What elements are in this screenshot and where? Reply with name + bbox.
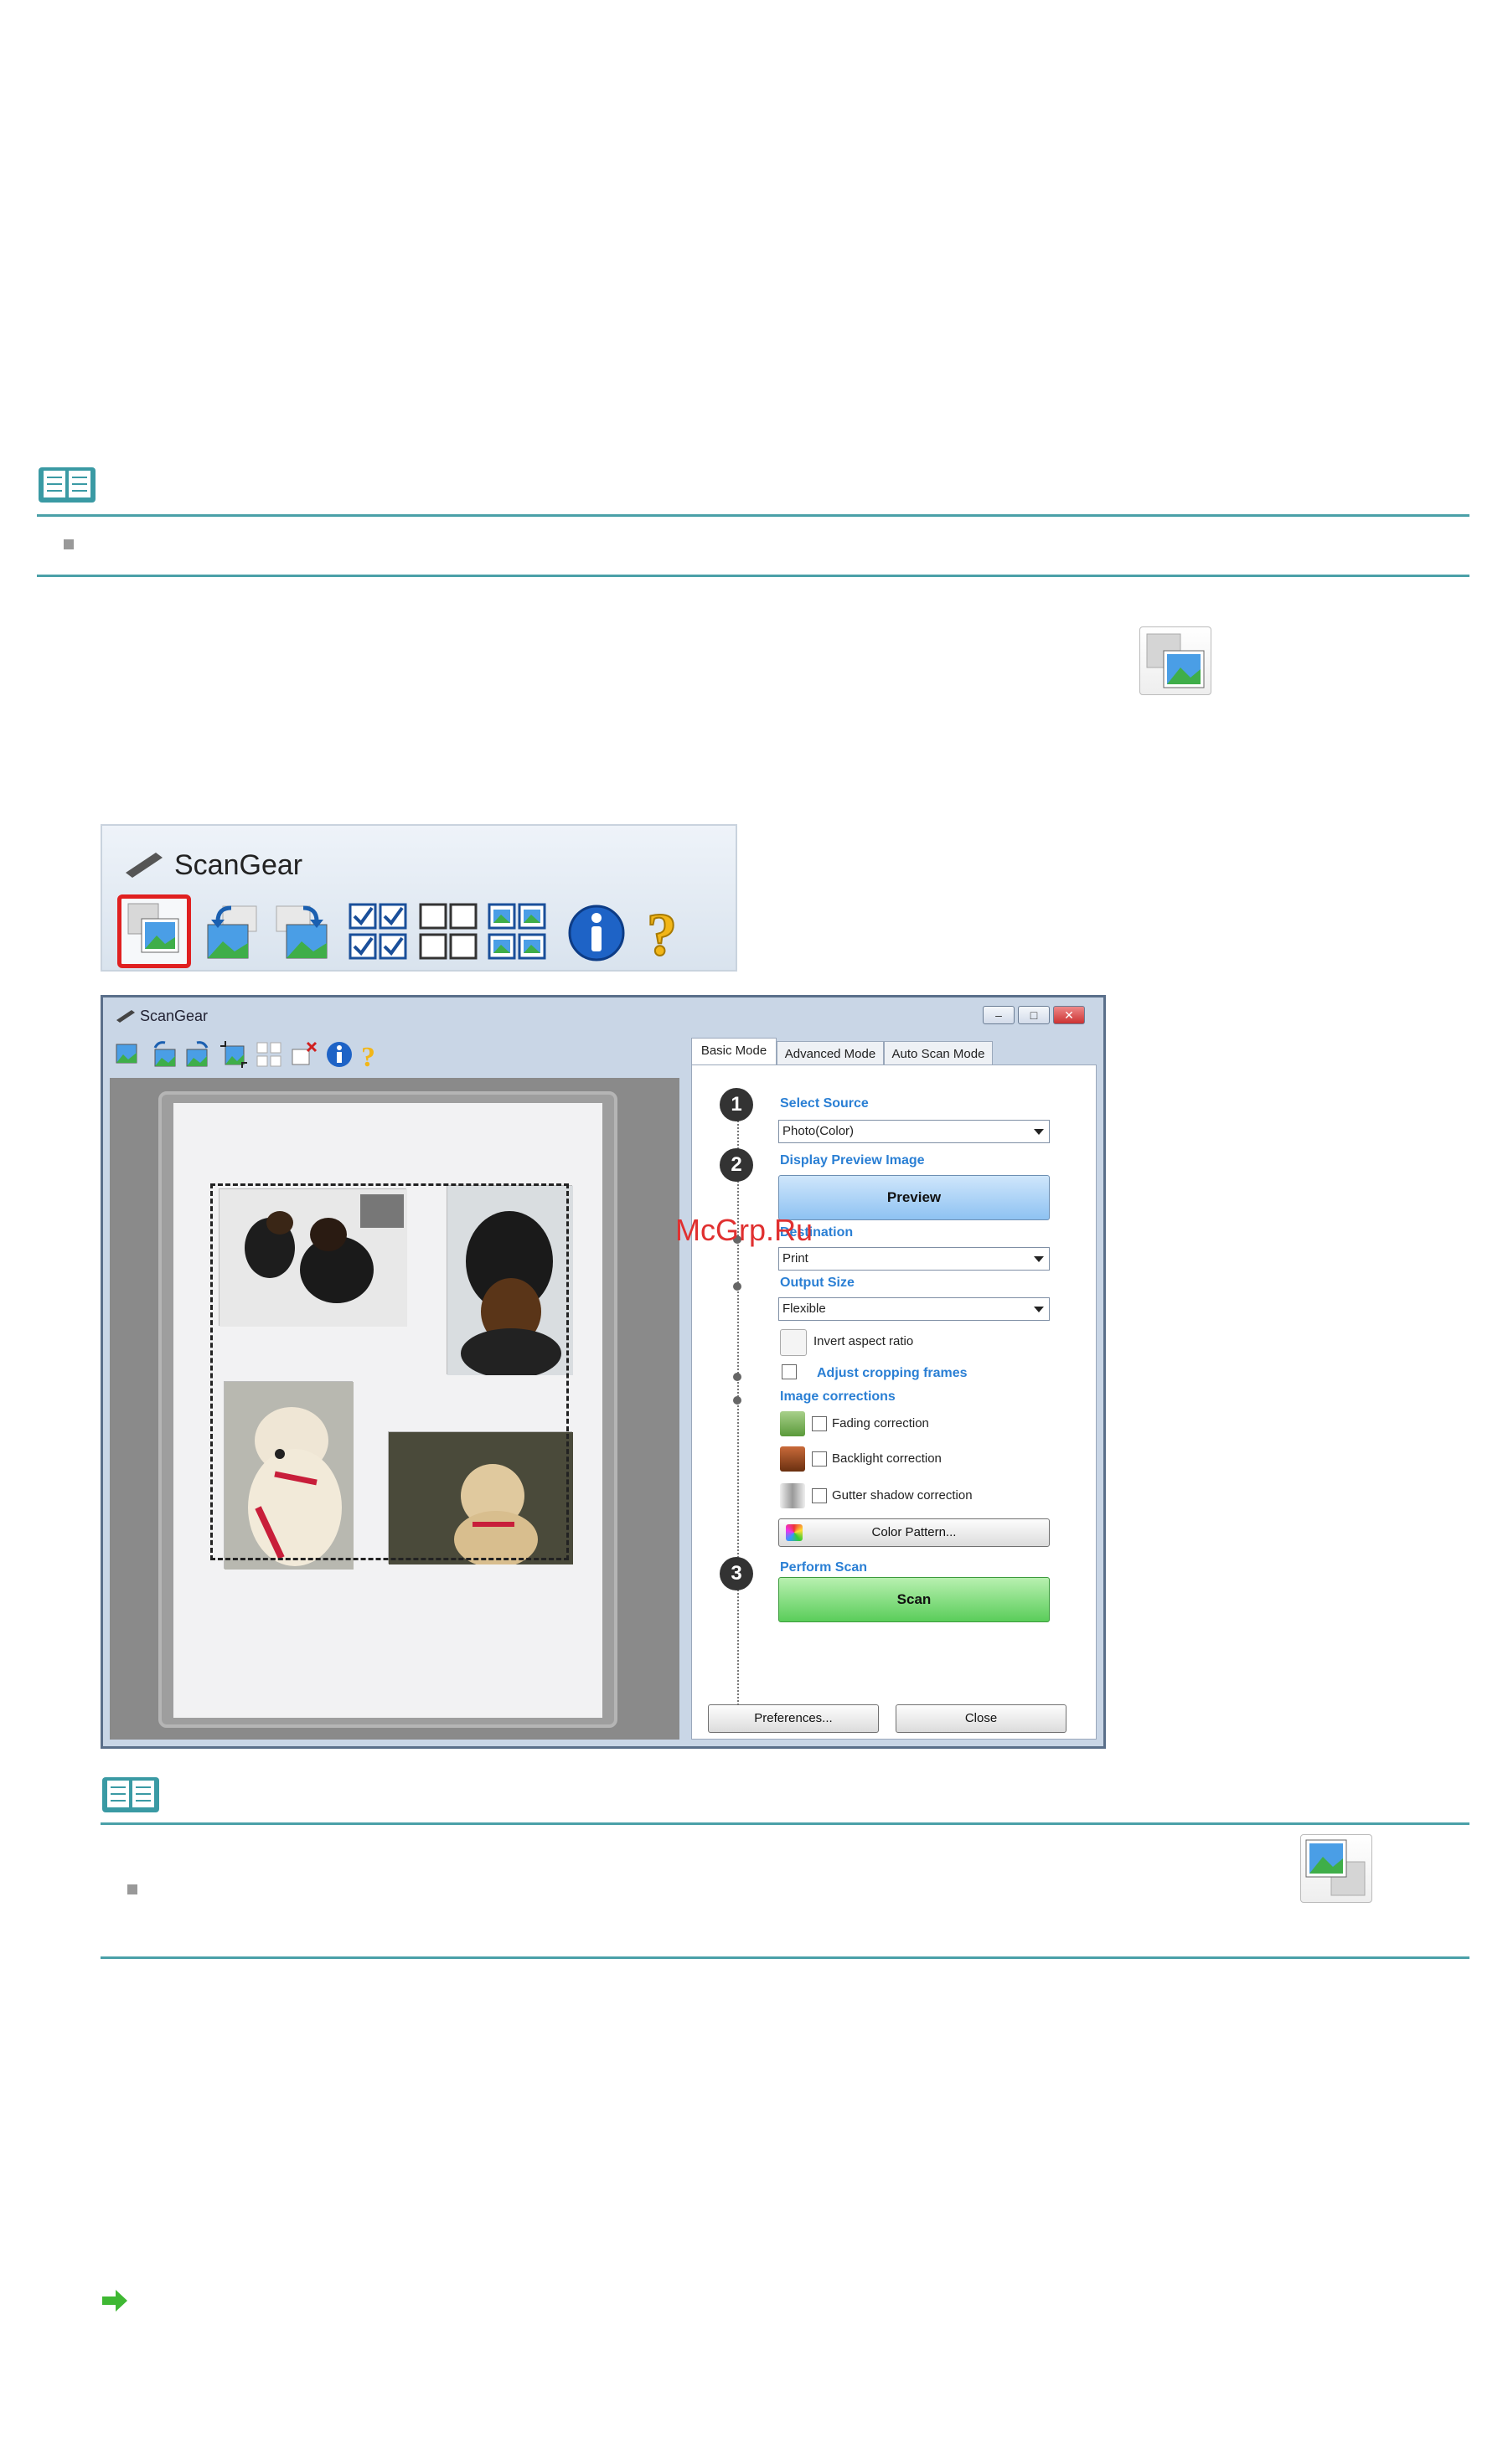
invert-aspect-ratio-icon[interactable] <box>780 1329 807 1356</box>
preview-button[interactable]: Preview <box>778 1175 1050 1220</box>
maximize-button[interactable]: □ <box>1018 1006 1050 1024</box>
scangear-logo-icon <box>126 853 163 878</box>
rotate-right-icon[interactable] <box>270 900 333 963</box>
steps-connector <box>737 1098 739 1718</box>
invert-aspect-ratio-label: Invert aspect ratio <box>813 1334 914 1348</box>
rotate-left-icon[interactable] <box>148 1039 178 1070</box>
scan-switch-icon <box>1139 626 1211 695</box>
chevron-down-icon <box>1034 1307 1044 1312</box>
note-bottom-rule <box>37 575 1469 577</box>
arrow-right-icon[interactable] <box>101 2288 129 2313</box>
auto-crop-icon[interactable] <box>219 1039 249 1070</box>
crop-frame[interactable] <box>210 1183 569 1560</box>
rotate-right-icon[interactable] <box>183 1039 214 1070</box>
watermark-text: McGrp.Ru <box>675 1213 813 1247</box>
scangear-toolbar-strip: ScanGear ? <box>101 824 737 972</box>
backlight-correction-icon <box>780 1446 805 1472</box>
destination-dropdown[interactable]: Print <box>778 1247 1050 1271</box>
color-pattern-button[interactable]: Color Pattern... <box>778 1518 1050 1547</box>
preferences-button[interactable]: Preferences... <box>708 1704 879 1733</box>
gutter-shadow-checkbox[interactable] <box>812 1488 827 1503</box>
backlight-correction-checkbox[interactable] <box>812 1451 827 1467</box>
image-corrections-label: Image corrections <box>780 1389 896 1404</box>
fading-correction-checkbox[interactable] <box>812 1416 827 1431</box>
scan-button[interactable]: Scan <box>778 1577 1050 1622</box>
tab-basic-mode[interactable]: Basic Mode <box>691 1038 777 1066</box>
note-top-rule <box>37 514 1469 517</box>
book-note-icon <box>37 464 97 504</box>
output-size-dot <box>733 1282 741 1291</box>
select-all-frames-icon[interactable] <box>347 900 411 963</box>
note2-bottom-rule <box>101 1956 1469 1959</box>
adjust-cropping-label[interactable]: Adjust cropping frames <box>817 1366 968 1381</box>
tab-advanced-mode[interactable]: Advanced Mode <box>777 1041 884 1066</box>
thumbnail-view-icon[interactable] <box>117 894 191 968</box>
window-title: ScanGear <box>140 1008 209 1024</box>
color-pattern-icon <box>786 1524 803 1541</box>
fading-correction-label: Fading correction <box>832 1416 929 1430</box>
info-icon[interactable] <box>324 1039 354 1070</box>
svg-text:?: ? <box>647 901 677 963</box>
fading-correction-icon <box>780 1411 805 1436</box>
output-size-dropdown[interactable]: Flexible <box>778 1297 1050 1321</box>
select-frames-icon[interactable] <box>254 1039 284 1070</box>
deselect-all-frames-icon[interactable] <box>417 900 481 963</box>
minimize-button[interactable]: – <box>983 1006 1015 1024</box>
toolbar-title: ScanGear <box>174 849 303 881</box>
close-button[interactable]: Close <box>896 1704 1066 1733</box>
output-size-value: Flexible <box>782 1302 826 1316</box>
image-frames-icon[interactable] <box>486 900 550 963</box>
rotate-left-icon[interactable] <box>201 900 265 963</box>
window-logo-icon <box>116 1010 135 1023</box>
gutter-shadow-label: Gutter shadow correction <box>832 1488 973 1503</box>
close-window-button[interactable]: ✕ <box>1053 1006 1085 1024</box>
chevron-down-icon <box>1034 1256 1044 1262</box>
help-icon[interactable]: ? <box>635 900 699 969</box>
output-size-label: Output Size <box>780 1276 855 1290</box>
perform-scan-label: Perform Scan <box>780 1560 868 1575</box>
destination-value: Print <box>782 1251 808 1266</box>
info-icon[interactable] <box>565 900 628 963</box>
select-source-value: Photo(Color) <box>782 1124 855 1138</box>
select-source-dropdown[interactable]: Photo(Color) <box>778 1120 1050 1143</box>
adjust-cropping-checkbox[interactable] <box>782 1364 797 1379</box>
image-corrections-dot <box>733 1396 741 1405</box>
delete-frame-icon[interactable] <box>289 1039 319 1070</box>
step-3-badge: 3 <box>720 1557 753 1590</box>
adjust-cropping-dot <box>733 1373 741 1381</box>
help-icon[interactable]: ? <box>356 1039 386 1073</box>
book-note-icon <box>101 1774 161 1814</box>
note-bullet <box>64 539 74 549</box>
note2-bullet <box>127 1884 137 1894</box>
color-pattern-label: Color Pattern... <box>871 1525 957 1539</box>
scan-switch-icon <box>1300 1834 1372 1903</box>
gutter-shadow-icon <box>780 1483 805 1508</box>
tab-auto-scan-mode[interactable]: Auto Scan Mode <box>884 1041 993 1066</box>
thumbnail-view-icon[interactable] <box>111 1039 142 1070</box>
svg-text:?: ? <box>361 1042 375 1070</box>
display-preview-label: Display Preview Image <box>780 1153 925 1168</box>
scangear-window: ScanGear – □ ✕ ? Basic Mode Advanced Mod… <box>101 995 1106 1749</box>
step-1-badge: 1 <box>720 1088 753 1121</box>
note2-top-rule <box>101 1822 1469 1825</box>
backlight-correction-label: Backlight correction <box>832 1451 942 1466</box>
step-2-badge: 2 <box>720 1148 753 1182</box>
select-source-label: Select Source <box>780 1096 869 1111</box>
chevron-down-icon <box>1034 1129 1044 1135</box>
